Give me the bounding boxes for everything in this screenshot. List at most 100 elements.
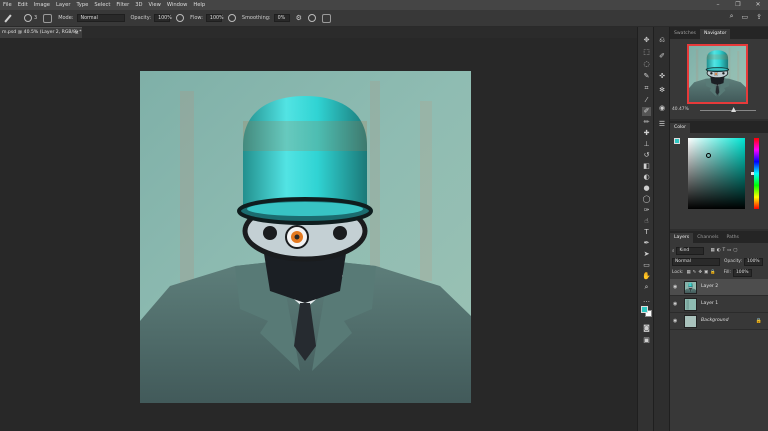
tab-swatches[interactable]: Swatches (670, 29, 700, 39)
clone-stamp-tool-icon[interactable]: ⊥ (642, 140, 651, 149)
layer-name[interactable]: Layer 2 (701, 284, 718, 289)
brush-tool-icon[interactable] (4, 12, 18, 24)
minimize-button[interactable]: – (708, 0, 728, 10)
tab-paths[interactable]: Paths (722, 233, 743, 243)
quick-mask-icon[interactable]: ◙ (642, 324, 651, 333)
visibility-eye-icon[interactable]: ◉ (673, 284, 677, 290)
menu-edit[interactable]: Edit (15, 2, 31, 8)
path-select-tool-icon[interactable]: ➤ (642, 250, 651, 259)
visibility-eye-icon[interactable]: ◉ (673, 301, 677, 307)
screen-mode-icon[interactable]: ▣ (642, 336, 651, 345)
tab-channels[interactable]: Channels (693, 233, 722, 243)
clone-source-panel-icon[interactable]: ✻ (657, 85, 667, 95)
history-brush-tool-icon[interactable]: ↺ (642, 151, 651, 160)
menu-help[interactable]: Help (190, 2, 208, 8)
painting-canvas[interactable] (140, 71, 471, 403)
menu-select[interactable]: Select (91, 2, 113, 8)
layer-name[interactable]: Background (701, 318, 729, 323)
canvas-area[interactable] (0, 38, 637, 431)
opacity-field[interactable]: 100% (154, 14, 172, 22)
mixer-brush-tool-icon[interactable]: ✑ (642, 206, 651, 215)
lock-icons[interactable]: ▦✎✥▣🔒 (687, 270, 718, 275)
eraser-tool-icon[interactable]: ◧ (642, 162, 651, 171)
lasso-tool-icon[interactable]: ◌ (642, 60, 651, 69)
pressure-opacity-icon (176, 14, 185, 22)
menu-bar: File Edit Image Layer Type Select Filter… (0, 0, 768, 10)
document-tab[interactable]: m.psd @ 40.5% (Layer 2, RGB/8) * × (0, 27, 82, 38)
rectangle-tool-icon[interactable]: ▭ (642, 261, 651, 270)
tab-layers[interactable]: Layers (670, 233, 694, 243)
blur-tool-icon[interactable]: ● (642, 184, 651, 193)
adjustments-panel-icon[interactable]: ◉ (657, 103, 667, 113)
saturation-brightness-field[interactable] (688, 138, 745, 209)
close-window-button[interactable]: ✕ (748, 0, 768, 10)
pen-tool-icon[interactable]: ✒ (642, 239, 651, 248)
restore-button[interactable]: ❐ (728, 0, 748, 10)
crop-tool-icon[interactable]: ⌗ (642, 84, 651, 93)
tab-navigator[interactable]: Navigator (699, 29, 731, 39)
color-picker-marker[interactable] (706, 153, 711, 158)
quick-select-tool-icon[interactable]: ✎ (642, 72, 651, 81)
layer-filter-select[interactable]: Kind (676, 246, 705, 255)
hue-slider[interactable] (754, 138, 759, 209)
gradient-tool-icon[interactable]: ◐ (642, 173, 651, 182)
marquee-tool-icon[interactable]: ⬚ (642, 48, 651, 57)
zoom-slider[interactable] (700, 110, 756, 111)
pressure-size-toggle[interactable] (307, 14, 316, 22)
pressure-opacity-toggle[interactable] (176, 14, 185, 22)
layer-row[interactable]: ◉ Layer 2 (670, 279, 768, 296)
hue-slider-knob[interactable] (751, 172, 754, 175)
layer-filter-icons[interactable]: ▦◐T▭▢ (710, 248, 739, 253)
panel-foreground-swatch[interactable] (674, 138, 680, 144)
mode-select[interactable]: Normal (76, 14, 125, 22)
brushes-panel-icon[interactable]: ✐ (657, 51, 667, 61)
menu-view[interactable]: View (146, 2, 164, 8)
color-panel-swatches[interactable] (674, 138, 683, 147)
layer-row[interactable]: ◉ Background 🔒 (670, 313, 768, 330)
brush-settings-toggle[interactable] (43, 13, 53, 23)
menu-filter[interactable]: Filter (113, 2, 132, 8)
fill-field[interactable]: 100% (732, 268, 752, 277)
smoothing-field[interactable]: 0% (273, 14, 290, 22)
move-tool-icon[interactable]: ✥ (642, 36, 651, 45)
flow-field[interactable]: 100% (205, 14, 224, 22)
layer-opacity-field[interactable]: 100% (744, 257, 763, 266)
foreground-color-swatch[interactable] (641, 306, 648, 313)
menu-image[interactable]: Image (31, 2, 53, 8)
workspace-icon[interactable]: ▭ (742, 13, 749, 21)
pencil-tool-icon[interactable]: ✏ (642, 118, 651, 127)
symmetry-button[interactable] (321, 13, 331, 23)
navigator-thumbnail[interactable] (687, 44, 748, 104)
menu-3d[interactable]: 3D (132, 2, 145, 8)
eyedropper-tool-icon[interactable]: ⁄ (642, 96, 651, 105)
character-panel-icon[interactable]: ✜ (657, 71, 667, 81)
blend-mode-select[interactable]: Normal (672, 257, 720, 266)
share-icon[interactable]: ⇪ (756, 13, 762, 21)
type-tool-icon[interactable]: T (642, 228, 651, 237)
zoom-tool-icon[interactable]: ⌕ (642, 283, 651, 292)
history-panel-icon[interactable]: ⎌ (657, 35, 667, 45)
smoothing-options-button[interactable]: ⚙ (296, 14, 302, 22)
airbrush-toggle[interactable] (227, 14, 236, 22)
smudge-tool-icon[interactable]: ☝ (642, 217, 651, 226)
menu-file[interactable]: File (0, 2, 15, 8)
more-tools-icon[interactable]: … (642, 296, 651, 305)
menu-type[interactable]: Type (73, 2, 91, 8)
brush-preset-picker[interactable]: 3 (24, 14, 37, 22)
properties-panel-icon[interactable]: ☰ (657, 119, 667, 129)
visibility-eye-icon[interactable]: ◉ (673, 318, 677, 324)
hand-tool-icon[interactable]: ✋ (642, 272, 651, 281)
dodge-tool-icon[interactable]: ◯ (642, 195, 651, 204)
tab-color[interactable]: Color (670, 123, 690, 133)
layer-name[interactable]: Layer 1 (701, 301, 718, 306)
layer-row[interactable]: ◉ Layer 1 (670, 296, 768, 313)
zoom-value[interactable]: 40.47% (672, 107, 689, 112)
brush-tool-icon[interactable]: ✐ (642, 107, 651, 116)
spot-healing-tool-icon[interactable]: ✚ (642, 129, 651, 138)
search-icon[interactable]: ⌕ (730, 12, 734, 21)
layer-thumbnail (684, 315, 697, 328)
menu-window[interactable]: Window (164, 2, 190, 8)
collapsed-panel-dock: ⎌ ✐ ✜ ✻ ◉ ☰ (654, 27, 670, 431)
close-document-icon[interactable]: × (75, 28, 79, 38)
menu-layer[interactable]: Layer (53, 2, 73, 8)
